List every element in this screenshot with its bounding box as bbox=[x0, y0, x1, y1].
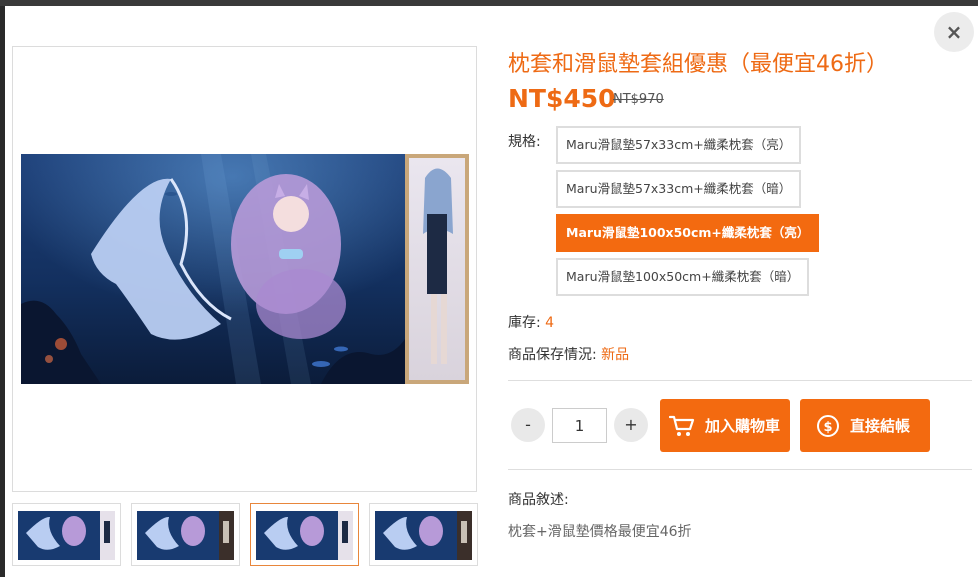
sale-price: NT$450 bbox=[508, 84, 616, 113]
main-product-image bbox=[12, 46, 477, 492]
mermaid-artwork-image bbox=[21, 154, 469, 384]
condition-label: 商品保存情況: bbox=[508, 347, 597, 363]
spec-option-2[interactable]: Maru滑鼠墊57x33cm+纖柔枕套（暗） bbox=[556, 170, 802, 208]
quantity-increase-button[interactable]: + bbox=[614, 408, 648, 442]
cart-icon bbox=[669, 415, 695, 436]
spec-option-3[interactable]: Maru滑鼠墊100x50cm+纖柔枕套（亮） bbox=[556, 214, 820, 252]
condition-value: 新品 bbox=[601, 347, 630, 363]
thumbnail-image bbox=[18, 511, 115, 560]
checkout-label: 直接結帳 bbox=[850, 417, 911, 435]
svg-text:$: $ bbox=[823, 420, 832, 435]
original-price: NT$970 bbox=[613, 92, 664, 107]
stock-value: 4 bbox=[545, 315, 555, 331]
condition-info: 商品保存情況: 新品 bbox=[508, 344, 629, 364]
spec-option-1[interactable]: Maru滑鼠墊57x33cm+纖柔枕套（亮） bbox=[556, 126, 802, 164]
product-title: 枕套和滑鼠墊套組優惠（最便宜46折） bbox=[508, 52, 888, 77]
close-button[interactable]: × bbox=[934, 12, 974, 52]
thumbnail-4[interactable] bbox=[369, 503, 478, 566]
thumbnail-2[interactable] bbox=[131, 503, 240, 566]
spec-label: 規格: bbox=[508, 134, 541, 150]
quantity-decrease-button[interactable]: - bbox=[511, 408, 545, 442]
stock-label: 庫存: bbox=[508, 315, 541, 331]
quantity-input[interactable] bbox=[552, 408, 607, 443]
spec-option-4[interactable]: Maru滑鼠墊100x50cm+纖柔枕套（暗） bbox=[556, 258, 810, 296]
checkout-button[interactable]: $ 直接結帳 bbox=[800, 399, 930, 452]
backdrop-left-edge bbox=[0, 6, 5, 577]
thumbnail-3[interactable] bbox=[250, 503, 359, 566]
thumbnail-image bbox=[256, 511, 353, 560]
stock-info: 庫存: 4 bbox=[508, 312, 554, 332]
thumbnail-image bbox=[375, 511, 472, 560]
add-to-cart-label: 加入購物車 bbox=[705, 417, 781, 435]
thumbnail-1[interactable] bbox=[12, 503, 121, 566]
add-to-cart-button[interactable]: 加入購物車 bbox=[660, 399, 790, 452]
backdrop-top-strip bbox=[0, 0, 978, 6]
divider bbox=[508, 469, 972, 470]
description-label: 商品敘述: bbox=[508, 492, 569, 508]
dollar-coin-icon: $ bbox=[817, 414, 839, 437]
thumbnail-image bbox=[137, 511, 234, 560]
description-text: 枕套+滑鼠墊價格最便宜46折 bbox=[508, 524, 692, 540]
divider bbox=[508, 380, 972, 381]
close-icon: × bbox=[945, 20, 963, 44]
